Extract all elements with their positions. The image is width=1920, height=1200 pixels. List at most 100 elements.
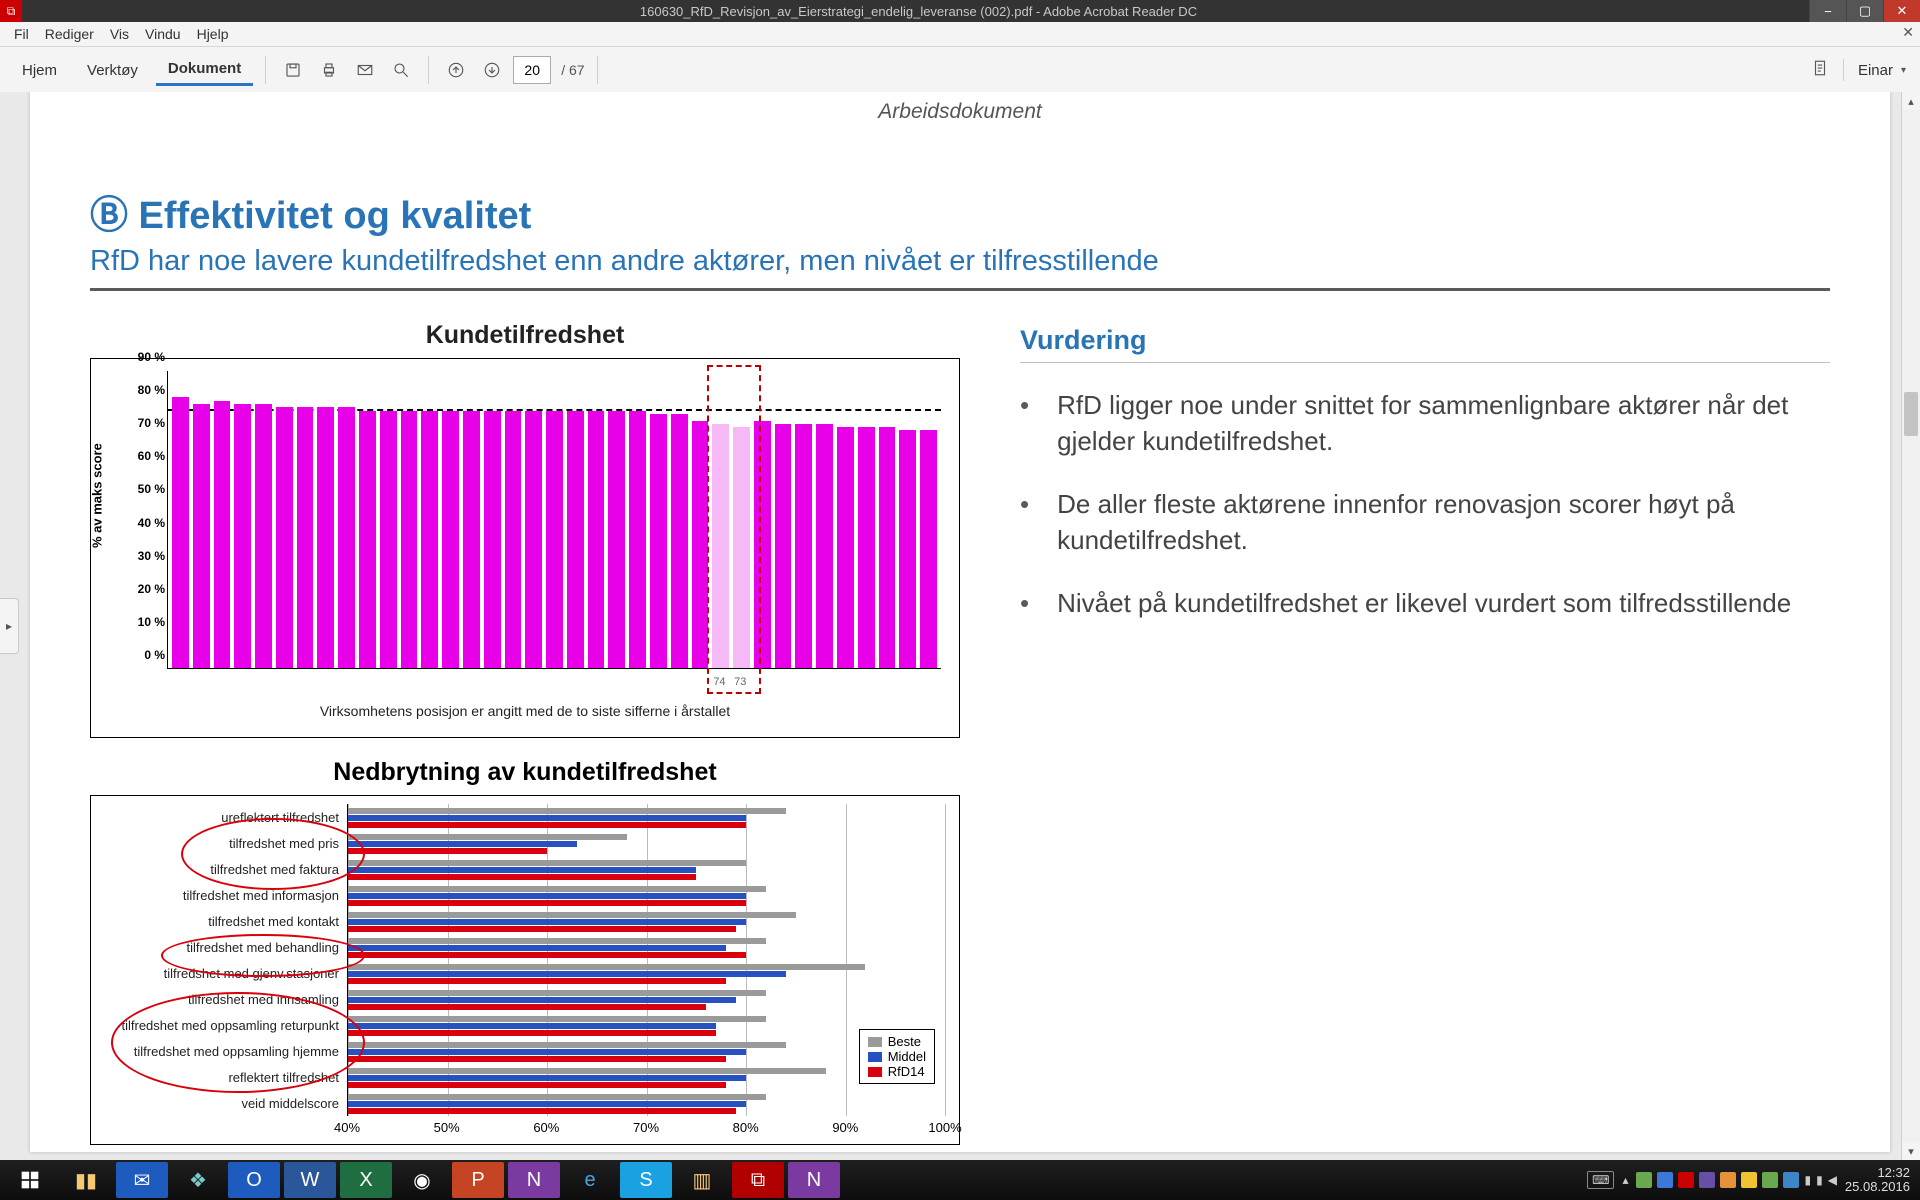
system-tray: ⌨ ▴ ▮ ▮ ◀ 12:32 25.08.2016 [1587,1166,1916,1195]
chart2-bar [348,848,547,854]
chart2-bar [348,808,786,814]
tab-tools[interactable]: Verktøy [75,56,150,85]
toolbar-separator [265,56,266,84]
chart2-bar [348,971,786,977]
chart2-bar [348,990,766,996]
page-number-input[interactable] [513,56,551,84]
close-document-icon[interactable]: ✕ [1902,24,1914,41]
chart1-highlight-label: 73 [734,676,746,688]
left-panel-toggle[interactable]: ▸ [0,598,19,654]
search-icon[interactable] [386,55,416,85]
tray-app-icon[interactable] [1699,1172,1715,1188]
scroll-thumb[interactable] [1904,392,1918,436]
chart2-category-label: tilfredshet med faktura [210,862,339,877]
chart1-bar [733,427,750,668]
tray-bluetooth-icon[interactable] [1783,1172,1799,1188]
start-button[interactable] [4,1162,56,1198]
chart1-ytick: 0 % [127,648,165,662]
chart2-bar [348,874,696,880]
tray-network-icon[interactable]: ▮ [1804,1173,1811,1187]
bullet-text: De aller fleste aktørene innenfor renova… [1057,486,1830,559]
toolbar-separator [428,56,429,84]
next-page-icon[interactable] [477,55,507,85]
chart1-bar [671,414,688,668]
menu-view[interactable]: Vis [102,26,137,42]
vertical-scrollbar[interactable]: ▴ ▾ [1901,92,1920,1160]
chart1-bar [463,411,480,668]
menu-window[interactable]: Vindu [137,26,189,42]
tray-show-hidden-icon[interactable]: ▴ [1622,1173,1628,1187]
tray-clock[interactable]: 12:32 25.08.2016 [1845,1166,1910,1195]
task-app-icon[interactable]: ❖ [172,1162,224,1198]
task-chrome-icon[interactable]: ◉ [396,1162,448,1198]
tray-app-icon[interactable] [1720,1172,1736,1188]
minimize-button[interactable]: − [1809,0,1846,22]
section-subtitle: RfD har noe lavere kundetilfredshet enn … [90,245,1830,291]
scroll-up-icon[interactable]: ▴ [1902,92,1920,110]
menu-file[interactable]: Fil [6,26,37,42]
chart2-bar [348,886,766,892]
task-folder-icon[interactable]: ▥ [676,1162,728,1198]
page-running-header: Arbeidsdokument [90,92,1830,124]
task-onenote-icon[interactable]: N [508,1162,560,1198]
email-icon[interactable] [350,55,380,85]
maximize-button[interactable]: ▢ [1846,0,1883,22]
chart1-ytick: 30 % [127,549,165,563]
chart1-bar [505,411,522,668]
chart1-bar [297,407,314,668]
print-icon[interactable] [314,55,344,85]
tab-document[interactable]: Dokument [156,54,253,86]
menubar: Fil Rediger Vis Vindu Hjelp ✕ [0,22,1920,47]
task-skype-icon[interactable]: S [620,1162,672,1198]
task-acrobat-icon[interactable]: ⧉ [732,1162,784,1198]
chart2-category-label: tilfredshet med innsamling [188,992,339,1007]
tray-app-icon[interactable] [1636,1172,1652,1188]
chart1-bar [525,411,542,668]
chart1-bar [754,421,771,669]
tab-home[interactable]: Hjem [10,56,69,85]
menu-edit[interactable]: Rediger [37,26,102,42]
chart1-bar [795,424,812,668]
prev-page-icon[interactable] [441,55,471,85]
chart1-bar [172,397,189,668]
scroll-down-icon[interactable]: ▾ [1902,1142,1920,1160]
chart2-bar [348,1004,706,1010]
task-ie-icon[interactable]: e [564,1162,616,1198]
tray-app-icon[interactable] [1762,1172,1778,1188]
tray-keyboard-icon[interactable]: ⌨ [1587,1171,1614,1189]
save-icon[interactable] [278,55,308,85]
taskbar: ▮▮ ✉ ❖ O W X ◉ P N e S ▥ ⧉ N ⌨ ▴ ▮ ▮ ◀ 1… [0,1160,1920,1200]
chart2-bar [348,912,796,918]
close-button[interactable]: ✕ [1883,0,1920,22]
menu-help[interactable]: Hjelp [189,26,237,42]
chart1-ytick: 60 % [127,449,165,463]
tray-app-icon[interactable] [1741,1172,1757,1188]
tray-volume-icon[interactable]: ◀ [1828,1173,1837,1187]
task-powerpoint-icon[interactable]: P [452,1162,504,1198]
chart2-bar [348,1023,716,1029]
chart1-bar [712,424,729,668]
task-outlook-icon[interactable]: O [228,1162,280,1198]
tray-app-icon[interactable] [1657,1172,1673,1188]
chart2-xtick: 90% [832,1120,858,1135]
user-menu[interactable]: Einar ▾ [1811,59,1910,81]
chart1-bar [421,411,438,668]
task-mail-icon[interactable]: ✉ [116,1162,168,1198]
chart2-bar [348,893,746,899]
task-word-icon[interactable]: W [284,1162,336,1198]
document-properties-icon[interactable] [1811,59,1829,81]
clock-date: 25.08.2016 [1845,1180,1910,1194]
chart1-container: % av maks score 0 %10 %20 %30 %40 %50 %6… [90,358,960,738]
chart2-bar [348,978,726,984]
task-excel-icon[interactable]: X [340,1162,392,1198]
chart1-ytick: 40 % [127,516,165,530]
tray-app-icon[interactable] [1678,1172,1694,1188]
chart2-category-label: tilfredshet med kontakt [208,914,339,929]
chart2-bar [348,834,627,840]
chart1-title: Kundetilfredshet [90,321,960,350]
task-explorer-icon[interactable]: ▮▮ [60,1162,112,1198]
task-onenote2-icon[interactable]: N [788,1162,840,1198]
tray-battery-icon[interactable]: ▮ [1816,1173,1823,1187]
window-controls: − ▢ ✕ [1809,0,1920,22]
chart1-ytick: 10 % [127,615,165,629]
